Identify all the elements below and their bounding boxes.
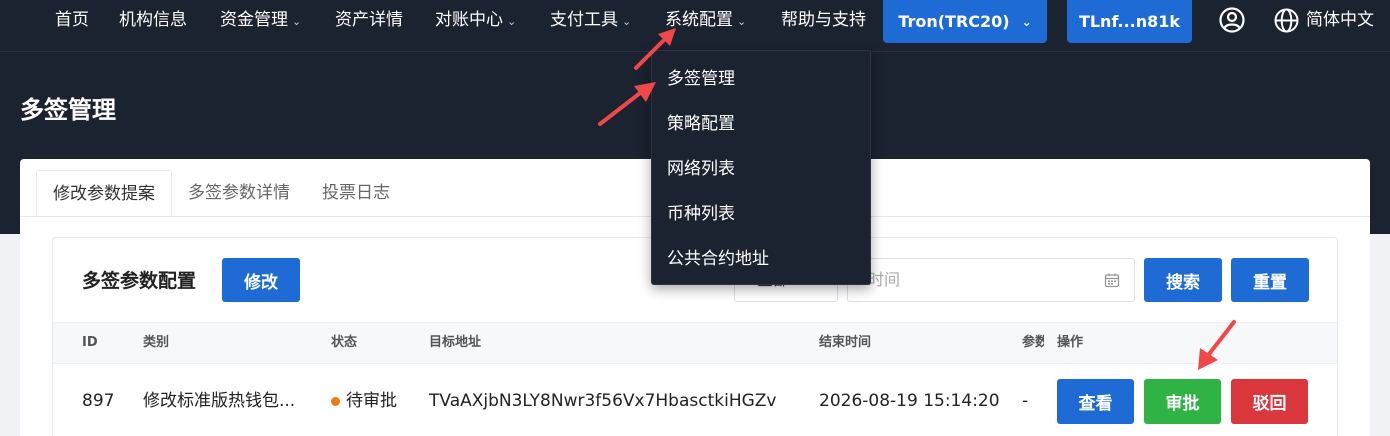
edit-button[interactable]: 修改 [222,258,300,302]
cell-target-address: TVaAXjbN3LY8Nwr3f56Vx7HbasctkiHGZv [429,391,777,411]
table-header: ID 类别 状态 目标地址 结束时间 参数 操作 [53,322,1337,364]
menu-item-network-list[interactable]: 网络列表 [667,154,735,184]
tab-multisig-details[interactable]: 多签参数详情 [172,170,306,216]
cell-category: 修改标准版热钱包... [143,391,296,411]
chevron-down-icon: ⌄ [1021,14,1032,29]
wallet-address-button[interactable]: TLnf...n81k [1067,0,1192,43]
column-header-target-address: 目标地址 [429,335,482,350]
menu-item-public-contract-address[interactable]: 公共合约地址 [667,244,769,274]
menu-item-strategy-config[interactable]: 策略配置 [667,109,735,139]
status-text: 待审批 [346,391,397,411]
page-title: 多签管理 [20,96,116,124]
nav-item-reconciliation[interactable]: 对账中心 ⌄ [435,0,516,40]
cell-id: 897 [82,391,115,411]
reset-button[interactable]: 重置 [1231,258,1309,302]
nav-item-funds[interactable]: 资金管理 ⌄ [220,0,301,40]
calendar-icon [1104,273,1120,288]
search-button[interactable]: 搜索 [1144,258,1222,302]
annotation-arrow-icon [1198,320,1236,370]
chevron-down-icon: ⌄ [737,15,747,28]
menu-item-currency-list[interactable]: 币种列表 [667,199,735,229]
network-select-button[interactable]: Tron(TRC20) ⌄ [883,0,1047,43]
top-nav: 首页 机构信息 资金管理 ⌄ 资产详情 对账中心 ⌄ 支付工具 ⌄ 系统配置 ⌄ 帮助与… [0,0,1390,52]
chevron-down-icon: ⌄ [292,15,302,28]
column-header-id: ID [82,335,98,350]
column-header-category: 类别 [143,335,170,350]
tab-vote-log[interactable]: 投票日志 [306,170,406,216]
nav-item-home[interactable]: 首页 [55,0,89,40]
column-header-end-time: 结束时间 [819,335,872,350]
nav-item-assets[interactable]: 资产详情 [335,0,403,40]
column-header-params: 参数 [1022,335,1044,350]
cell-params: - [1022,391,1029,411]
system-config-dropdown: 多签管理 策略配置 网络列表 币种列表 公共合约地址 [651,50,871,285]
tab-bar: 修改参数提案 多签参数详情 投票日志 [36,170,406,216]
annotation-arrow-icon [598,82,656,126]
nav-item-help[interactable]: 帮助与支持 [781,0,866,40]
user-account-icon[interactable] [1219,7,1245,33]
section-title: 多签参数配置 [82,270,197,292]
tab-edit-proposal[interactable]: 修改参数提案 [36,170,172,216]
annotation-arrow-icon [634,28,676,70]
nav-item-org-info[interactable]: 机构信息 [119,0,187,40]
chevron-down-icon: ⌄ [622,15,632,28]
cell-end-time: 2026-08-19 15:14:20 [819,391,1000,411]
chevron-down-icon: ⌄ [507,15,517,28]
language-selector[interactable]: 简体中文 [1306,0,1374,40]
time-placeholder: 时间 [868,270,901,289]
column-header-status: 状态 [331,335,358,350]
cell-status: 待审批 [331,378,397,424]
approve-button[interactable]: 审批 [1144,379,1221,424]
column-header-actions: 操作 [1057,335,1084,350]
nav-item-payment-tools[interactable]: 支付工具 ⌄ [550,0,631,40]
reject-button[interactable]: 驳回 [1231,379,1308,424]
time-range-input[interactable]: 时间 [847,258,1135,302]
view-button[interactable]: 查看 [1057,379,1134,424]
status-dot-icon [331,396,340,406]
globe-icon[interactable] [1274,8,1299,33]
